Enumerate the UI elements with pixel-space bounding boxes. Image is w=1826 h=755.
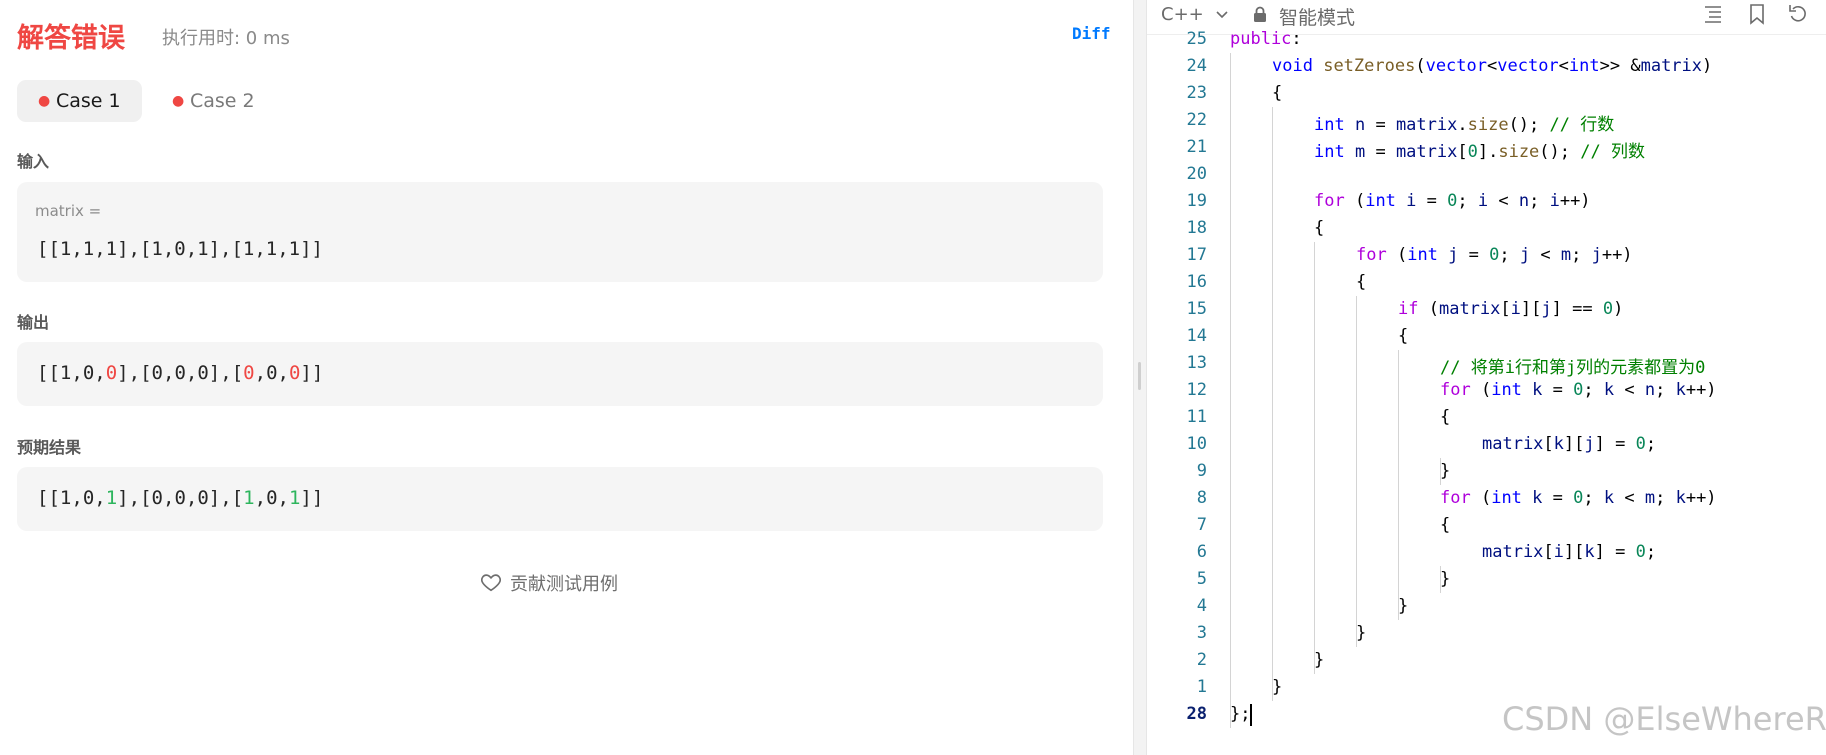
panel-resize-handle[interactable] — [1133, 0, 1147, 755]
runtime-text: 执行用时: 0 ms — [162, 28, 290, 49]
line-number: 23 — [1186, 83, 1207, 103]
code-line: 25 public: — [1147, 26, 1826, 53]
line-number: 6 — [1196, 542, 1207, 562]
line-number: 1 — [1196, 677, 1207, 697]
code-line: 18 { — [1147, 215, 1826, 242]
text-cursor — [1250, 704, 1252, 726]
line-number: 4 — [1196, 596, 1207, 616]
code-line: 20 — [1147, 161, 1826, 188]
line-number: 22 — [1186, 110, 1207, 130]
tab-case-2[interactable]: ● Case 2 — [151, 80, 261, 122]
line-number: 2 — [1196, 650, 1207, 670]
code-line: 1 } — [1147, 674, 1826, 701]
output-box: [[1,0,0],[0,0,0],[0,0,0]] — [17, 342, 1103, 406]
result-panel: 解答错误 执行用时: 0 ms Diff ● Case 1 ● Case 2 输… — [0, 0, 1133, 755]
code-line: 6 matrix[i][k] = 0; — [1147, 539, 1826, 566]
language-select[interactable]: C++ — [1161, 4, 1204, 25]
code-line: 23 { — [1147, 80, 1826, 107]
line-number: 10 — [1186, 434, 1207, 454]
code-line: 12 for (int k = 0; k < n; k++) — [1147, 377, 1826, 404]
line-number: 5 — [1196, 569, 1207, 589]
code-line: 2 } — [1147, 647, 1826, 674]
code-editor-panel: C++ 智能模式 25 public: 24 void setZeroes(ve… — [1147, 0, 1826, 755]
line-number: 16 — [1186, 272, 1207, 292]
line-number: 25 — [1186, 29, 1207, 49]
input-var-name: matrix = — [35, 202, 102, 220]
line-number: 9 — [1196, 461, 1207, 481]
line-number: 17 — [1186, 245, 1207, 265]
code-line: 13 // 将第i行和第j列的元素都置为0 — [1147, 350, 1826, 378]
tab-label: Case 2 — [190, 90, 255, 112]
code-line: 9 } — [1147, 458, 1826, 485]
code-line: 21 int m = matrix[0].size(); // 列数 — [1147, 134, 1826, 162]
expected-box: [[1,0,1],[0,0,0],[1,0,1]] — [17, 467, 1103, 531]
line-number: 3 — [1196, 623, 1207, 643]
input-box: matrix = [[1,1,1],[1,0,1],[1,1,1]] — [17, 182, 1103, 282]
grip-icon — [1138, 362, 1141, 390]
expected-value: [[1,0,1],[0,0,0],[1,0,1]] — [37, 487, 324, 509]
output-label: 输出 — [17, 313, 50, 332]
line-number: 20 — [1186, 164, 1207, 184]
code-line: 17 for (int j = 0; j < m; j++) — [1147, 242, 1826, 269]
code-area[interactable]: 25 public: 24 void setZeroes(vector<vect… — [1147, 26, 1826, 755]
code-line: 16 { — [1147, 269, 1826, 296]
output-value: [[1,0,0],[0,0,0],[0,0,0]] — [37, 362, 324, 384]
diff-button[interactable]: Diff — [1072, 24, 1111, 43]
result-status: 解答错误 — [17, 23, 125, 54]
line-number: 14 — [1186, 326, 1207, 346]
format-icon[interactable] — [1703, 3, 1723, 25]
chevron-down-icon[interactable] — [1214, 6, 1230, 22]
code-line: 4 } — [1147, 593, 1826, 620]
line-number: 28 — [1186, 704, 1207, 724]
heart-icon — [481, 574, 501, 592]
line-number: 19 — [1186, 191, 1207, 211]
code-line: 15 if (matrix[i][j] == 0) — [1147, 296, 1826, 323]
line-number: 8 — [1196, 488, 1207, 508]
code-line: 3 } — [1147, 620, 1826, 647]
code-line: 11 { — [1147, 404, 1826, 431]
code-line: 14 { — [1147, 323, 1826, 350]
bookmark-icon[interactable] — [1747, 3, 1767, 25]
line-number: 11 — [1186, 407, 1207, 427]
tab-label: Case 1 — [56, 90, 121, 112]
input-value: [[1,1,1],[1,0,1],[1,1,1]] — [37, 238, 323, 260]
line-number: 12 — [1186, 380, 1207, 400]
error-dot-icon: ● — [172, 93, 185, 109]
line-number: 15 — [1186, 299, 1207, 319]
code-line: 19 for (int i = 0; i < n; i++) — [1147, 188, 1826, 215]
line-number: 18 — [1186, 218, 1207, 238]
expected-label: 预期结果 — [17, 438, 82, 457]
line-number: 21 — [1186, 137, 1207, 157]
line-number: 24 — [1186, 56, 1207, 76]
error-dot-icon: ● — [38, 93, 51, 109]
contribute-label: 贡献测试用例 — [510, 574, 618, 595]
code-line: 8 for (int k = 0; k < m; k++) — [1147, 485, 1826, 512]
input-label: 输入 — [17, 152, 50, 171]
lock-icon — [1254, 6, 1266, 22]
code-line: 10 matrix[k][j] = 0; — [1147, 431, 1826, 458]
code-line: 24 void setZeroes(vector<vector<int>> &m… — [1147, 53, 1826, 80]
code-line: 7 { — [1147, 512, 1826, 539]
line-number: 13 — [1186, 353, 1207, 373]
watermark: CSDN @ElseWhereR — [1502, 700, 1826, 738]
tab-case-1[interactable]: ● Case 1 — [17, 80, 142, 122]
reset-icon[interactable] — [1788, 3, 1808, 25]
line-number: 7 — [1196, 515, 1207, 535]
code-line: 5 } — [1147, 566, 1826, 593]
code-line: 22 int n = matrix.size(); // 行数 — [1147, 107, 1826, 135]
